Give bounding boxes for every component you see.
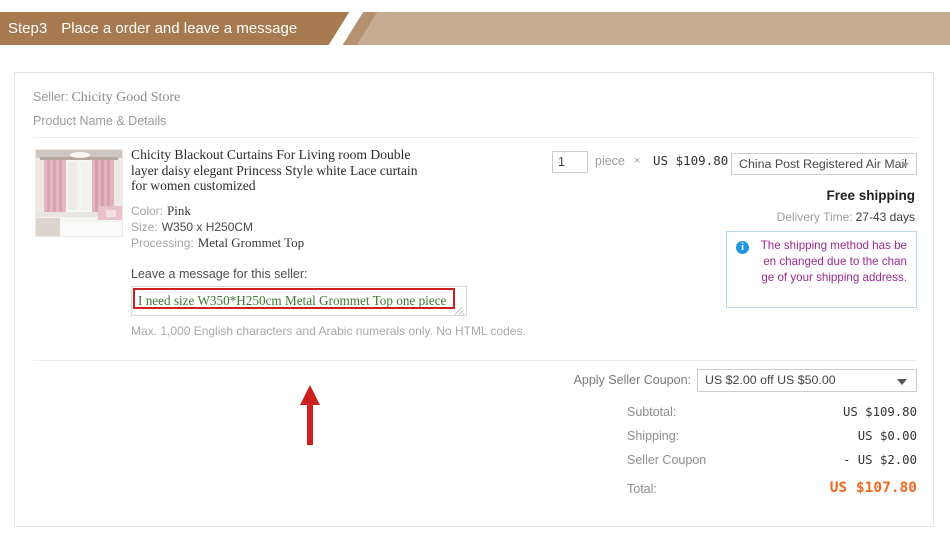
seller-store-name[interactable]: Chicity Good Store bbox=[71, 90, 180, 105]
totals-summary: Subtotal: US $109.80 Shipping: US $0.00 … bbox=[575, 403, 917, 508]
seller-label: Seller: bbox=[33, 90, 69, 104]
banner-diagonal-light bbox=[348, 12, 950, 45]
divider-top bbox=[33, 137, 917, 138]
attr-value-color: Pink bbox=[167, 202, 191, 218]
attr-label-color: Color: bbox=[131, 203, 164, 218]
chevron-down-icon bbox=[897, 379, 907, 385]
grand-total-value: US $107.80 bbox=[829, 480, 917, 496]
attr-label-size: Size: bbox=[131, 219, 158, 234]
delivery-time-value: 27-43 days bbox=[855, 210, 915, 224]
unit-price: US $109.80 bbox=[653, 153, 729, 168]
quantity-price-group: 1 piece × US $109.80 bbox=[435, 151, 735, 175]
divider-middle bbox=[33, 360, 917, 361]
subtotal-value: US $109.80 bbox=[842, 405, 917, 419]
annotation-arrow bbox=[295, 385, 325, 445]
coupon-select[interactable]: US $2.00 off US $50.00 bbox=[697, 369, 917, 392]
subtotal-label: Subtotal: bbox=[627, 405, 677, 419]
notice-text: The shipping method has been changed due… bbox=[760, 239, 907, 284]
seller-line: Seller: Chicity Good Store bbox=[33, 90, 180, 106]
shipping-cost-label: Shipping: bbox=[627, 429, 680, 443]
info-circle-icon: i bbox=[736, 241, 749, 254]
coupon-row: Apply Seller Coupon: US $2.00 off US $50… bbox=[555, 369, 917, 393]
product-attr-color: Color: Pink bbox=[131, 203, 431, 219]
shipping-method-select[interactable]: China Post Registered Air Mail bbox=[731, 153, 917, 175]
product-attr-size: Size: W350 x H250CM bbox=[131, 219, 431, 235]
coupon-label: Apply Seller Coupon: bbox=[573, 373, 691, 387]
shipping-method-value: China Post Registered Air Mail bbox=[739, 157, 908, 171]
red-up-arrow-icon bbox=[300, 385, 320, 445]
free-shipping-label: Free shipping bbox=[826, 188, 915, 203]
message-label: Leave a message for this seller: bbox=[131, 267, 308, 281]
delivery-time-label: Delivery Time: bbox=[776, 210, 853, 224]
shipping-cost-value: US $0.00 bbox=[857, 429, 917, 443]
order-panel: Seller: Chicity Good Store Product Name &… bbox=[14, 72, 934, 527]
delivery-time: Delivery Time: 27-43 days bbox=[777, 210, 915, 224]
product-title[interactable]: Chicity Blackout Curtains For Living roo… bbox=[131, 147, 431, 194]
textarea-resize-handle[interactable] bbox=[454, 305, 465, 315]
total-row-shipping: Shipping: US $0.00 bbox=[575, 427, 917, 451]
product-name-details-header: Product Name & Details bbox=[33, 114, 167, 128]
product-thumbnail[interactable] bbox=[35, 149, 123, 237]
curtains-bedroom-image bbox=[36, 150, 122, 236]
attr-value-processing: Metal Grommet Top bbox=[197, 234, 305, 250]
quantity-input[interactable]: 1 bbox=[552, 151, 588, 173]
product-attr-processing: Processing: Metal Grommet Top bbox=[131, 235, 431, 251]
coupon-selected-value: US $2.00 off US $50.00 bbox=[705, 373, 836, 387]
multiply-icon: × bbox=[634, 155, 641, 167]
banner-text: Step3 Place a order and leave a message bbox=[8, 12, 297, 45]
grand-total-label: Total: bbox=[627, 482, 657, 496]
step-number: Step3 bbox=[8, 20, 48, 37]
step-banner: Step3 Place a order and leave a message bbox=[0, 12, 950, 45]
message-hint: Max. 1,000 English characters and Arabic… bbox=[131, 324, 526, 338]
product-info: Chicity Blackout Curtains For Living roo… bbox=[131, 147, 431, 251]
seller-coupon-value: - US $2.00 bbox=[842, 453, 917, 467]
attr-label-processing: Processing: bbox=[131, 235, 194, 250]
seller-coupon-label: Seller Coupon bbox=[627, 453, 707, 467]
total-row-coupon: Seller Coupon - US $2.00 bbox=[575, 451, 917, 475]
step-title: Place a order and leave a message bbox=[61, 20, 298, 37]
quantity-unit-label: piece bbox=[595, 154, 625, 168]
total-row-subtotal: Subtotal: US $109.80 bbox=[575, 403, 917, 427]
chevron-down-icon bbox=[901, 163, 909, 167]
shipping-change-notice: i The shipping method has been changed d… bbox=[726, 231, 917, 308]
total-row-grand: Total: US $107.80 bbox=[575, 480, 917, 508]
attr-value-size: W350 x H250CM bbox=[161, 219, 254, 234]
message-input[interactable]: I need size W350*H250cm Metal Grommet To… bbox=[131, 286, 467, 316]
